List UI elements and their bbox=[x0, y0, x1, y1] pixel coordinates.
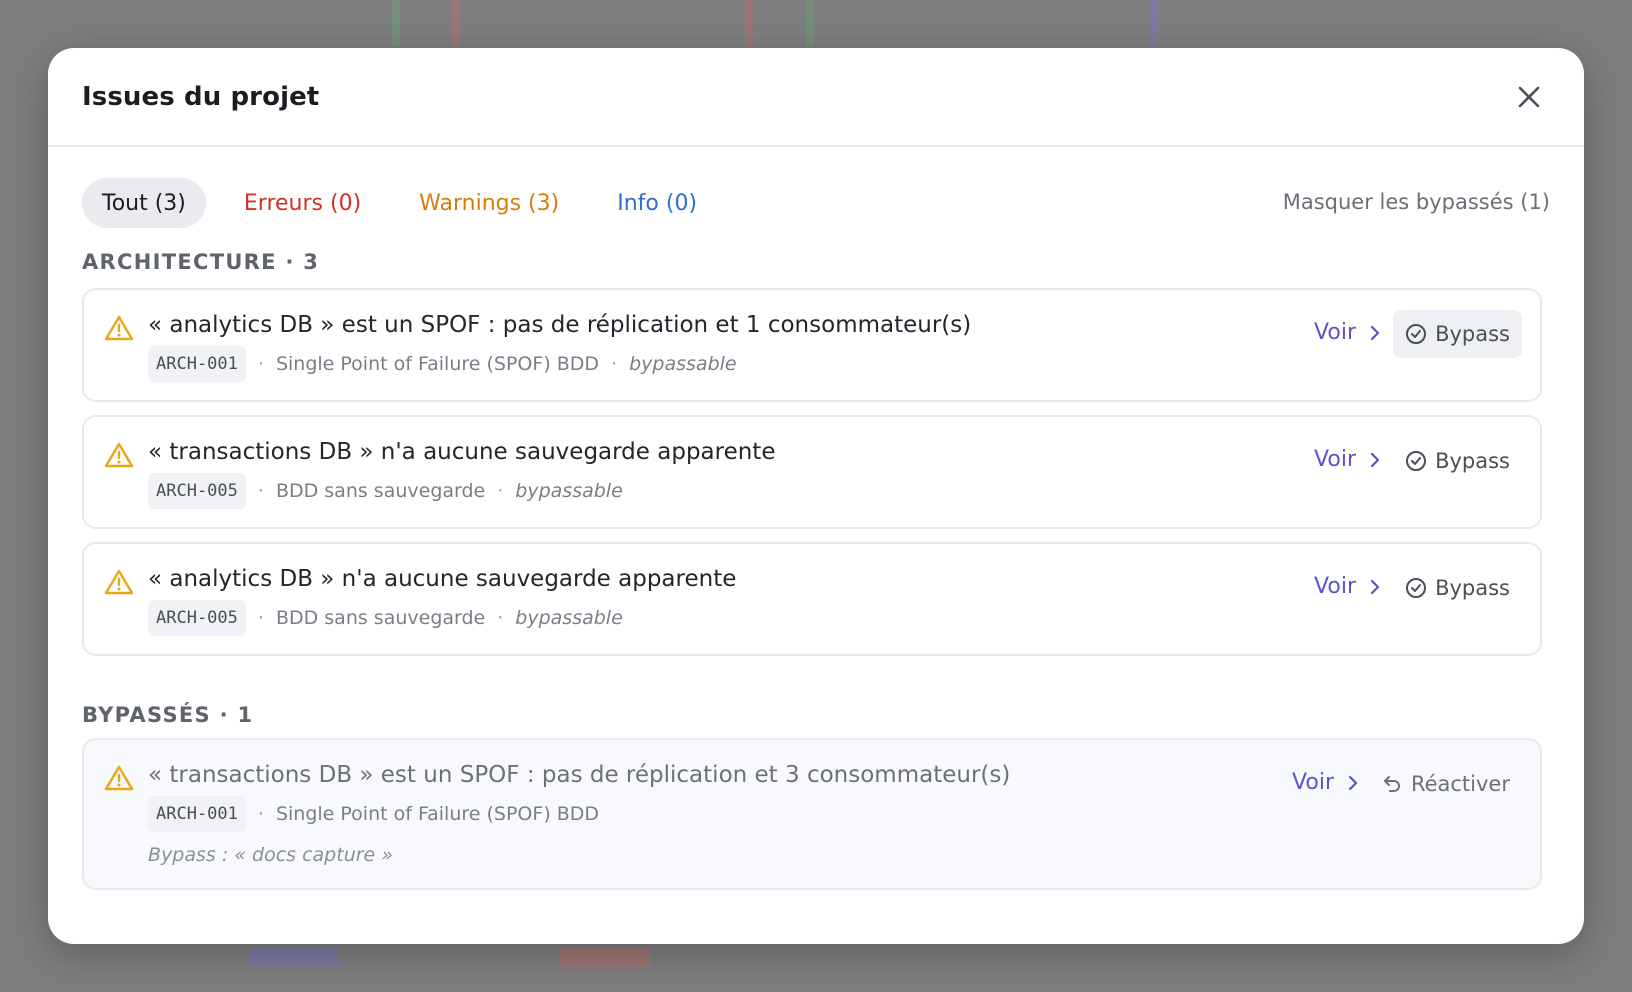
check-circle-icon bbox=[1406, 451, 1427, 471]
chevron-right-icon bbox=[1370, 452, 1380, 467]
check-circle-icon bbox=[1406, 324, 1427, 344]
reactivate-label: Réactiver bbox=[1410, 772, 1510, 796]
undo-icon bbox=[1383, 776, 1400, 792]
view-label: Voir bbox=[1314, 320, 1356, 345]
bypass-label: Bypass bbox=[1435, 576, 1510, 600]
chevron-right-icon bbox=[1370, 579, 1380, 594]
issue-title: « analytics DB » n'a aucune sauvegarde a… bbox=[148, 566, 737, 592]
warning-icon bbox=[104, 569, 134, 595]
issue-meta: ARCH-005 · BDD sans sauvegarde · bypassa… bbox=[148, 473, 623, 509]
issue-card: « analytics DB » est un SPOF : pas de ré… bbox=[82, 288, 1542, 402]
bypass-button[interactable]: Bypass bbox=[1393, 564, 1522, 612]
bypassed-issue-card: « transactions DB » est un SPOF : pas de… bbox=[82, 738, 1542, 890]
modal-title: Issues du projet bbox=[82, 81, 320, 112]
section-title-bypassed: BYPASSÉS · 1 bbox=[82, 703, 254, 727]
view-button[interactable]: Voir bbox=[1314, 447, 1380, 472]
background-hint bbox=[1150, 0, 1158, 46]
issue-meta: ARCH-005 · BDD sans sauvegarde · bypassa… bbox=[148, 600, 623, 636]
view-label: Voir bbox=[1314, 574, 1356, 599]
issue-rule: BDD sans sauvegarde bbox=[275, 607, 486, 629]
issue-tag: bypassable bbox=[629, 353, 737, 375]
background-hint bbox=[745, 0, 753, 46]
issue-code: ARCH-001 bbox=[148, 796, 246, 832]
hide-bypassed-toggle[interactable]: Masquer les bypassés (1) bbox=[1283, 190, 1550, 214]
bypass-label: Bypass bbox=[1435, 322, 1510, 346]
bypass-button[interactable]: Bypass bbox=[1393, 437, 1522, 485]
section-title-architecture: ARCHITECTURE · 3 bbox=[82, 250, 320, 274]
issue-code: ARCH-001 bbox=[148, 346, 246, 382]
background-hint bbox=[250, 948, 340, 968]
tab-all[interactable]: Tout (3) bbox=[82, 178, 206, 228]
issue-rule: BDD sans sauvegarde bbox=[275, 480, 486, 502]
issue-tag: bypassable bbox=[515, 607, 623, 629]
filter-tabs: Tout (3) Erreurs (0) Warnings (3) Info (… bbox=[82, 178, 735, 228]
issue-title: « transactions DB » n'a aucune sauvegard… bbox=[148, 439, 776, 465]
separator: · bbox=[257, 353, 264, 375]
warning-icon bbox=[104, 315, 134, 341]
separator: · bbox=[257, 480, 264, 502]
view-button[interactable]: Voir bbox=[1314, 320, 1380, 345]
background-hint bbox=[560, 948, 650, 968]
separator: · bbox=[497, 607, 504, 629]
issue-rule: Single Point of Failure (SPOF) BDD bbox=[275, 803, 600, 825]
close-icon bbox=[1518, 86, 1540, 108]
issue-code: ARCH-005 bbox=[148, 600, 246, 636]
issue-code: ARCH-005 bbox=[148, 473, 246, 509]
bypass-note: Bypass : « docs capture » bbox=[148, 844, 394, 866]
issue-card: « transactions DB » n'a aucune sauvegard… bbox=[82, 415, 1542, 529]
tab-info[interactable]: Info (0) bbox=[597, 178, 717, 228]
issue-meta: ARCH-001 · Single Point of Failure (SPOF… bbox=[148, 346, 737, 382]
close-button[interactable] bbox=[1512, 80, 1546, 114]
warning-icon bbox=[104, 442, 134, 468]
warning-icon bbox=[104, 765, 134, 791]
background-hint bbox=[392, 0, 400, 46]
check-circle-icon bbox=[1406, 578, 1427, 598]
modal-header: Issues du projet bbox=[48, 48, 1584, 147]
issues-modal: Issues du projet Tout (3) Erreurs (0) Wa… bbox=[48, 48, 1584, 944]
separator: · bbox=[497, 480, 504, 502]
view-button[interactable]: Voir bbox=[1292, 770, 1358, 795]
tab-warnings[interactable]: Warnings (3) bbox=[399, 178, 579, 228]
chevron-right-icon bbox=[1348, 775, 1358, 790]
bypass-label: Bypass bbox=[1435, 449, 1510, 473]
reactivate-button[interactable]: Réactiver bbox=[1369, 760, 1522, 808]
chevron-right-icon bbox=[1370, 325, 1380, 340]
issue-title: « analytics DB » est un SPOF : pas de ré… bbox=[148, 312, 972, 338]
issue-card: « analytics DB » n'a aucune sauvegarde a… bbox=[82, 542, 1542, 656]
background-hint bbox=[452, 0, 460, 46]
view-button[interactable]: Voir bbox=[1314, 574, 1380, 599]
view-label: Voir bbox=[1292, 770, 1334, 795]
issue-rule: Single Point of Failure (SPOF) BDD bbox=[275, 353, 600, 375]
issue-tag: bypassable bbox=[515, 480, 623, 502]
view-label: Voir bbox=[1314, 447, 1356, 472]
separator: · bbox=[257, 803, 264, 825]
issue-meta: ARCH-001 · Single Point of Failure (SPOF… bbox=[148, 796, 599, 832]
bypass-button[interactable]: Bypass bbox=[1393, 310, 1522, 358]
separator: · bbox=[611, 353, 618, 375]
separator: · bbox=[257, 607, 264, 629]
issue-title: « transactions DB » est un SPOF : pas de… bbox=[148, 762, 1011, 788]
background-hint bbox=[806, 0, 814, 46]
tab-errors[interactable]: Erreurs (0) bbox=[224, 178, 381, 228]
